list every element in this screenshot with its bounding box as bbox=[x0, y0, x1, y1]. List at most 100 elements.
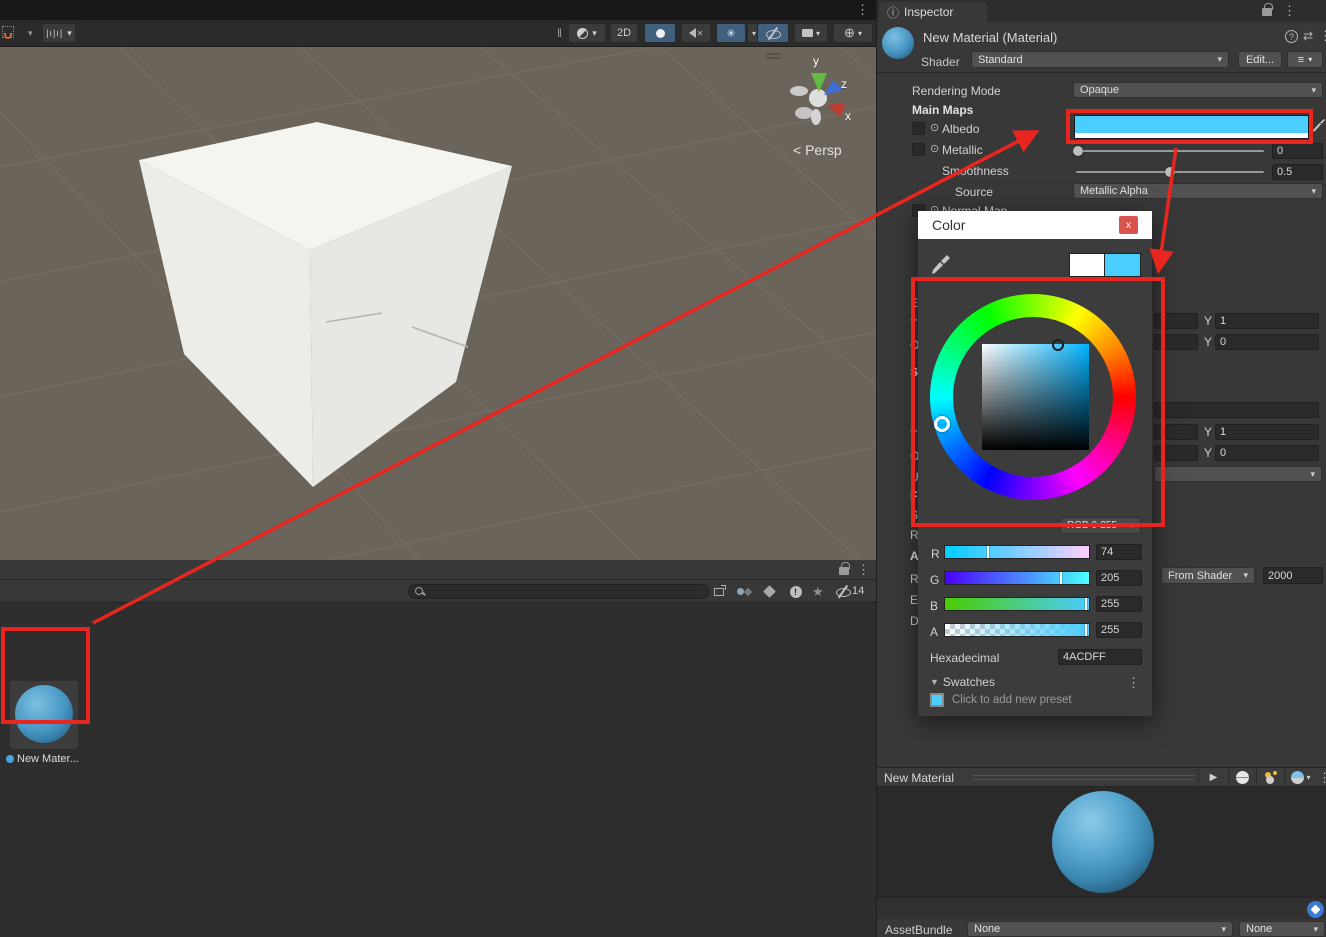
scene-canvas[interactable] bbox=[0, 47, 876, 560]
preview-viewport[interactable] bbox=[877, 787, 1326, 897]
render-queue-value-field[interactable] bbox=[1263, 567, 1323, 584]
log-filter-icon[interactable]: ! bbox=[785, 583, 806, 600]
tiling2-x-field[interactable] bbox=[1154, 424, 1198, 440]
offset-x-field[interactable] bbox=[1154, 334, 1198, 350]
material-asset-label[interactable]: New Mater... bbox=[6, 751, 86, 766]
swatches-kebab-icon[interactable]: ⋮ bbox=[1127, 676, 1140, 689]
shading-mode-button[interactable]: ▾ bbox=[568, 23, 606, 43]
rendering-mode-dropdown[interactable]: Opaque▾ bbox=[1073, 82, 1323, 98]
sv-selector[interactable] bbox=[1052, 339, 1064, 351]
preview-shape-button[interactable] bbox=[1228, 768, 1256, 787]
scene-view[interactable]: y z x < Persp bbox=[0, 47, 876, 560]
material-asset-thumbnail[interactable] bbox=[10, 681, 78, 749]
hidden-count-toggle[interactable]: 14 bbox=[835, 585, 864, 597]
cube[interactable] bbox=[139, 122, 512, 487]
gizmo-y-axis[interactable] bbox=[811, 73, 827, 92]
help-icon[interactable]: ? bbox=[1285, 30, 1298, 43]
saturation-value-square[interactable] bbox=[982, 344, 1089, 450]
preview-lighting-button[interactable] bbox=[1256, 768, 1284, 787]
open-in-window-icon[interactable] bbox=[708, 583, 729, 600]
metallic-target-icon[interactable]: ⊙ bbox=[930, 142, 939, 155]
render-queue-dropdown[interactable]: From Shader▾ bbox=[1161, 567, 1255, 584]
offset-y-field[interactable] bbox=[1215, 334, 1319, 350]
albedo-eyedropper-icon[interactable] bbox=[1312, 118, 1326, 134]
scene-gizmo[interactable] bbox=[790, 73, 846, 125]
project-content[interactable]: New Mater... bbox=[0, 603, 876, 937]
2d-toggle-button[interactable]: 2D bbox=[610, 23, 638, 43]
preview-play-button[interactable]: ▶ bbox=[1198, 768, 1228, 787]
snap-increment-dropdown-icon[interactable]: ▾ bbox=[67, 28, 72, 39]
tiling-y-field[interactable] bbox=[1215, 313, 1319, 329]
project-kebab-icon[interactable]: ⋮ bbox=[857, 563, 870, 576]
grid-snap-icon[interactable] bbox=[2, 25, 24, 41]
source-dropdown[interactable]: Metallic Alpha▾ bbox=[1073, 183, 1323, 199]
detail-field[interactable] bbox=[1154, 402, 1319, 418]
hexadecimal-field[interactable] bbox=[1058, 649, 1142, 665]
picker-eyedropper-icon[interactable] bbox=[930, 253, 952, 275]
close-icon[interactable]: x bbox=[1119, 216, 1138, 234]
hidden-objects-toggle[interactable] bbox=[757, 23, 789, 43]
asset-label-tag-icon[interactable] bbox=[1307, 901, 1324, 918]
add-preset-label[interactable]: Click to add new preset bbox=[952, 694, 1072, 706]
albedo-target-icon[interactable]: ⊙ bbox=[930, 121, 939, 134]
offset2-y-field[interactable] bbox=[1215, 445, 1319, 461]
smoothness-slider-knob[interactable] bbox=[1165, 167, 1175, 177]
tiling-x-field[interactable] bbox=[1154, 313, 1198, 329]
preview-drag-handle[interactable] bbox=[972, 775, 1194, 780]
metallic-slider-knob[interactable] bbox=[1073, 146, 1083, 156]
assetbundle-dropdown[interactable]: None▾ bbox=[967, 921, 1233, 937]
previous-color-swatch[interactable] bbox=[1069, 253, 1105, 277]
channel-g-field[interactable] bbox=[1096, 570, 1142, 586]
channel-a-slider[interactable] bbox=[944, 623, 1090, 637]
inspector-kebab-icon[interactable]: ⋮ bbox=[1283, 4, 1296, 17]
scene-camera-button[interactable]: ▾ bbox=[794, 23, 828, 43]
smoothness-value-field[interactable] bbox=[1272, 164, 1323, 180]
scene-lighting-toggle[interactable] bbox=[644, 23, 676, 43]
albedo-color-swatch[interactable] bbox=[1074, 115, 1309, 139]
channel-b-field[interactable] bbox=[1096, 596, 1142, 612]
albedo-texture-slot[interactable] bbox=[912, 122, 925, 135]
filter-by-type-icon[interactable] bbox=[733, 583, 754, 600]
filter-by-label-icon[interactable] bbox=[759, 583, 780, 600]
scene-menu-kebab-icon[interactable]: ⋮ bbox=[856, 3, 869, 16]
project-search-field[interactable] bbox=[408, 584, 710, 599]
shader-dropdown[interactable]: Standard▾ bbox=[971, 51, 1229, 68]
assetbundle-variant-dropdown[interactable]: None▾ bbox=[1239, 921, 1325, 937]
uv-set-dropdown[interactable]: ▾ bbox=[1154, 466, 1322, 482]
scene-audio-toggle[interactable]: ✕ bbox=[681, 23, 711, 43]
tiling2-y-field[interactable] bbox=[1215, 424, 1319, 440]
preview-header[interactable]: New Material ▶ ▾ ⋮ bbox=[877, 767, 1326, 787]
color-mode-dropdown[interactable]: RGB 0-255▾ bbox=[1060, 517, 1141, 534]
scene-gizmo-menu-icon[interactable] bbox=[766, 53, 781, 59]
shader-list-button[interactable]: ≡ ▾ bbox=[1287, 51, 1323, 68]
metallic-texture-slot[interactable] bbox=[912, 143, 925, 156]
metallic-slider-track[interactable] bbox=[1076, 150, 1264, 152]
snap-increment-button[interactable]: |ı|ı| ▾ bbox=[42, 23, 76, 43]
project-search-input[interactable] bbox=[425, 585, 703, 599]
preview-kebab-icon[interactable]: ⋮ bbox=[1318, 771, 1326, 784]
grid-snap-dropdown-icon[interactable]: ▾ bbox=[28, 28, 33, 39]
material-kebab-icon[interactable]: ⋮ bbox=[1319, 29, 1326, 42]
tab-inspector[interactable]: ⓘ Inspector bbox=[879, 2, 987, 22]
shader-edit-button[interactable]: Edit... bbox=[1238, 51, 1282, 68]
channel-g-slider[interactable] bbox=[944, 571, 1090, 585]
current-color-swatch[interactable] bbox=[1105, 253, 1141, 277]
preview-environment-button[interactable]: ▾ bbox=[1284, 768, 1317, 787]
swatch-preset[interactable] bbox=[930, 693, 944, 707]
channel-b-slider[interactable] bbox=[944, 597, 1090, 611]
channel-r-field[interactable] bbox=[1096, 544, 1142, 560]
inspector-lock-icon[interactable] bbox=[1262, 8, 1272, 16]
favorites-star-icon[interactable]: ★ bbox=[812, 584, 824, 600]
color-picker-titlebar[interactable]: Color x bbox=[918, 211, 1152, 239]
swatches-foldout[interactable]: ▼ Swatches ⋮ bbox=[930, 674, 1140, 690]
gizmos-button[interactable]: ⊕ ▾ bbox=[833, 23, 873, 43]
hue-selector[interactable] bbox=[934, 416, 950, 432]
persp-label[interactable]: < Persp bbox=[793, 142, 842, 158]
metallic-value-field[interactable] bbox=[1272, 143, 1323, 159]
project-lock-icon[interactable] bbox=[839, 567, 849, 575]
scene-effects-toggle[interactable]: ✳ bbox=[716, 23, 746, 43]
channel-a-field[interactable] bbox=[1096, 622, 1142, 638]
presets-icon[interactable]: ⇄ bbox=[1303, 29, 1313, 43]
offset2-x-field[interactable] bbox=[1154, 445, 1198, 461]
channel-r-slider[interactable] bbox=[944, 545, 1090, 559]
